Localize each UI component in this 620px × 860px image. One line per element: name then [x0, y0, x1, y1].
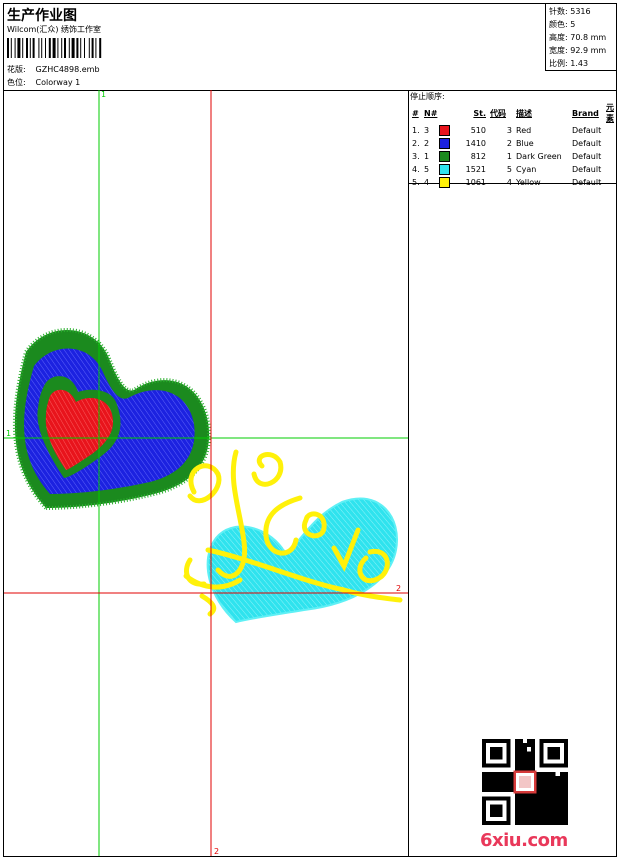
color-count: 颜色: 5: [549, 20, 576, 29]
cell-needle: 2: [422, 137, 460, 150]
colorway-value: Colorway 1: [35, 78, 81, 87]
color-swatch: [439, 164, 451, 175]
stop-sequence-table: # N# St. 代码 描述 Brand 元素 1. 3 510 3 Red Defaul…: [410, 102, 616, 189]
color-swatch: [439, 138, 451, 149]
col-number: #: [412, 108, 419, 118]
cell-description: Red: [516, 126, 532, 135]
cell-needle: 1: [422, 150, 460, 163]
design-scale: 比例: 1.43: [549, 59, 589, 68]
tri-color-heart: [12, 328, 211, 511]
cell-needle: 3: [422, 124, 460, 137]
cell-stitches: 812: [470, 152, 486, 161]
cell-needle: 5: [422, 163, 460, 176]
qr-code: [482, 739, 568, 825]
col-stitches: St.: [473, 108, 486, 118]
cell-code: 3: [506, 126, 512, 135]
table-row: 3. 1 812 1 Dark Green Default: [410, 150, 616, 163]
stop-sequence-caption: 停止顺序:: [410, 92, 445, 101]
cell-brand: Default: [572, 139, 602, 148]
table-row: 1. 3 510 3 Red Default: [410, 124, 616, 137]
cell-stitches: 1521: [465, 165, 486, 174]
needle-number: 4: [424, 178, 430, 187]
table-header: # N# St. 代码 描述 Brand 元素: [410, 102, 616, 124]
stats-panel: 针数: 5316 颜色: 5 高度: 70.8 mm 宽度: 92.9 mm 比…: [545, 4, 616, 71]
cell-stitches: 510: [470, 126, 486, 135]
col-code: 代码: [490, 108, 506, 118]
col-needle: N#: [424, 108, 438, 118]
cyan-heart: [206, 497, 398, 624]
cell-stitches: 1410: [465, 139, 486, 148]
cell-element: [604, 176, 616, 189]
cell-number: 2.: [412, 139, 420, 148]
design-width: 宽度: 92.9 mm: [549, 46, 607, 55]
colorway-row: 色位: Colorway 1: [7, 77, 80, 88]
barcode: [7, 38, 102, 58]
cell-element: [604, 150, 616, 163]
colorway-label: 色位:: [7, 78, 26, 87]
cell-stitches: 1061: [465, 178, 486, 187]
header: 生产作业图 Wilcom(汇众) 绣饰工作室 花版: GZHC4898.emb …: [4, 4, 616, 91]
table-row: 5. 4 1061 4 Yellow Default: [410, 176, 616, 189]
cell-brand: Default: [572, 152, 602, 161]
marker-red-right: 2: [396, 584, 402, 593]
cell-brand: Default: [572, 126, 602, 135]
color-swatch: [439, 151, 451, 162]
table-row: 2. 2 1410 2 Blue Default: [410, 137, 616, 150]
cell-code: 2: [506, 139, 512, 148]
stop-sequence-panel: 停止顺序: # N# St. 代码 描述 Brand 元素 1. 3 510 3 Red…: [409, 90, 616, 188]
file-row: 花版: GZHC4898.emb: [7, 64, 100, 75]
cell-number: 1.: [412, 126, 420, 135]
cell-number: 5.: [412, 178, 420, 187]
needle-number: 1: [424, 152, 430, 161]
design-height: 高度: 70.8 mm: [549, 33, 607, 42]
color-swatch: [439, 177, 451, 188]
watermark-logo: 6xiu.com: [480, 830, 568, 851]
needle-number: 2: [424, 139, 430, 148]
needle-number: 5: [424, 165, 430, 174]
design-area: 1 1 2 2: [4, 90, 409, 856]
table-row: 4. 5 1521 5 Cyan Default: [410, 163, 616, 176]
cell-brand: Default: [572, 178, 602, 187]
cell-needle: 4: [422, 176, 460, 189]
design-canvas: [4, 90, 408, 856]
file-label: 花版:: [7, 65, 26, 74]
cell-code: 5: [506, 165, 512, 174]
production-sheet: 生产作业图 Wilcom(汇众) 绣饰工作室 花版: GZHC4898.emb …: [3, 3, 617, 857]
stitch-count: 针数: 5316: [549, 7, 591, 16]
cell-number: 3.: [412, 152, 420, 161]
cell-description: Dark Green: [516, 152, 562, 161]
cell-element: [604, 137, 616, 150]
cell-description: Cyan: [516, 165, 537, 174]
cell-code: 4: [506, 178, 512, 187]
col-brand: Brand: [572, 108, 599, 118]
marker-green-left: 1: [6, 429, 12, 438]
cell-element: [604, 124, 616, 137]
cell-description: Blue: [516, 139, 534, 148]
color-swatch: [439, 125, 451, 136]
needle-number: 3: [424, 126, 430, 135]
marker-green-top: 1: [101, 90, 107, 99]
col-description: 描述: [516, 108, 532, 118]
cell-brand: Default: [572, 165, 602, 174]
cell-number: 4.: [412, 165, 420, 174]
file-value: GZHC4898.emb: [35, 65, 100, 74]
studio-name: Wilcom(汇众) 绣饰工作室: [7, 25, 102, 34]
marker-red-bottom: 2: [214, 847, 220, 856]
cell-element: [604, 163, 616, 176]
col-element: 元素: [606, 103, 614, 123]
cell-description: Yellow: [516, 178, 541, 187]
page-title: 生产作业图: [7, 8, 77, 24]
cell-code: 1: [506, 152, 512, 161]
